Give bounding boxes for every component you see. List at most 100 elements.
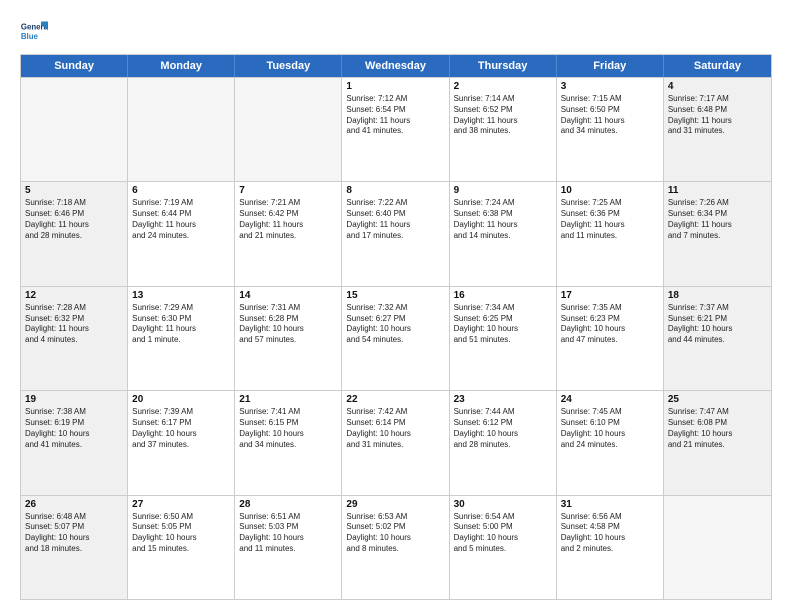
day-number: 4	[668, 81, 767, 92]
cell-info: Sunrise: 6:53 AM Sunset: 5:02 PM Dayligh…	[346, 512, 444, 555]
calendar-header: SundayMondayTuesdayWednesdayThursdayFrid…	[21, 55, 771, 77]
cal-cell: 2 Sunrise: 7:14 AM Sunset: 6:52 PM Daylig…	[450, 78, 557, 181]
cal-cell: 19Sunrise: 7:38 AM Sunset: 6:19 PM Dayli…	[21, 391, 128, 494]
cell-info: Sunrise: 7:26 AM Sunset: 6:34 PM Dayligh…	[668, 198, 767, 241]
cal-cell: 23 Sunrise: 7:44 AM Sunset: 6:12 PM Dayli…	[450, 391, 557, 494]
cal-cell: 7Sunrise: 7:21 AM Sunset: 6:42 PM Daylig…	[235, 182, 342, 285]
cell-info: Sunrise: 7:44 AM Sunset: 6:12 PM Dayligh…	[454, 407, 552, 450]
header: General Blue	[20, 18, 772, 46]
day-number: 30	[454, 499, 552, 510]
day-number: 2	[454, 81, 552, 92]
page: General Blue SundayMondayTuesdayWednesda…	[0, 0, 792, 612]
cell-info: Sunrise: 7:32 AM Sunset: 6:27 PM Dayligh…	[346, 303, 444, 346]
day-number: 29	[346, 499, 444, 510]
cell-info: Sunrise: 7:31 AM Sunset: 6:28 PM Dayligh…	[239, 303, 337, 346]
logo: General Blue	[20, 18, 48, 46]
day-number: 8	[346, 185, 444, 196]
day-number: 17	[561, 290, 659, 301]
day-number: 1	[346, 81, 444, 92]
cal-cell: 9 Sunrise: 7:24 AM Sunset: 6:38 PM Daylig…	[450, 182, 557, 285]
header-day-monday: Monday	[128, 55, 235, 77]
cell-info: Sunrise: 7:34 AM Sunset: 6:25 PM Dayligh…	[454, 303, 552, 346]
cal-cell: 20 Sunrise: 7:39 AM Sunset: 6:17 PM Dayli…	[128, 391, 235, 494]
header-day-tuesday: Tuesday	[235, 55, 342, 77]
day-number: 18	[668, 290, 767, 301]
day-number: 6	[132, 185, 230, 196]
day-number: 24	[561, 394, 659, 405]
week-row-3: 19Sunrise: 7:38 AM Sunset: 6:19 PM Dayli…	[21, 390, 771, 494]
calendar: SundayMondayTuesdayWednesdayThursdayFrid…	[20, 54, 772, 600]
cal-cell: 31Sunrise: 6:56 AM Sunset: 4:58 PM Dayli…	[557, 496, 664, 599]
cal-cell: 8 Sunrise: 7:22 AM Sunset: 6:40 PM Daylig…	[342, 182, 449, 285]
header-day-saturday: Saturday	[664, 55, 771, 77]
cal-cell: 11 Sunrise: 7:26 AM Sunset: 6:34 PM Dayli…	[664, 182, 771, 285]
cell-info: Sunrise: 7:17 AM Sunset: 6:48 PM Dayligh…	[668, 94, 767, 137]
cal-cell: 24 Sunrise: 7:45 AM Sunset: 6:10 PM Dayli…	[557, 391, 664, 494]
svg-text:Blue: Blue	[21, 32, 39, 41]
day-number: 25	[668, 394, 767, 405]
cal-cell: 3Sunrise: 7:15 AM Sunset: 6:50 PM Daylig…	[557, 78, 664, 181]
day-number: 23	[454, 394, 552, 405]
cal-cell: 29 Sunrise: 6:53 AM Sunset: 5:02 PM Dayli…	[342, 496, 449, 599]
day-number: 20	[132, 394, 230, 405]
cal-cell: 14 Sunrise: 7:31 AM Sunset: 6:28 PM Dayli…	[235, 287, 342, 390]
cell-info: Sunrise: 7:12 AM Sunset: 6:54 PM Dayligh…	[346, 94, 444, 137]
cell-info: Sunrise: 7:39 AM Sunset: 6:17 PM Dayligh…	[132, 407, 230, 450]
day-number: 13	[132, 290, 230, 301]
cell-info: Sunrise: 7:37 AM Sunset: 6:21 PM Dayligh…	[668, 303, 767, 346]
cal-cell	[664, 496, 771, 599]
cal-cell	[235, 78, 342, 181]
cal-cell: 16 Sunrise: 7:34 AM Sunset: 6:25 PM Dayli…	[450, 287, 557, 390]
cell-info: Sunrise: 7:45 AM Sunset: 6:10 PM Dayligh…	[561, 407, 659, 450]
cal-cell: 18 Sunrise: 7:37 AM Sunset: 6:21 PM Dayli…	[664, 287, 771, 390]
cal-cell	[128, 78, 235, 181]
cal-cell: 13 Sunrise: 7:29 AM Sunset: 6:30 PM Dayli…	[128, 287, 235, 390]
cal-cell: 10 Sunrise: 7:25 AM Sunset: 6:36 PM Dayli…	[557, 182, 664, 285]
day-number: 27	[132, 499, 230, 510]
cal-cell: 25 Sunrise: 7:47 AM Sunset: 6:08 PM Dayli…	[664, 391, 771, 494]
week-row-0: 1 Sunrise: 7:12 AM Sunset: 6:54 PM Daylig…	[21, 77, 771, 181]
cell-info: Sunrise: 6:50 AM Sunset: 5:05 PM Dayligh…	[132, 512, 230, 555]
cell-info: Sunrise: 7:18 AM Sunset: 6:46 PM Dayligh…	[25, 198, 123, 241]
day-number: 26	[25, 499, 123, 510]
day-number: 5	[25, 185, 123, 196]
day-number: 3	[561, 81, 659, 92]
cal-cell: 22 Sunrise: 7:42 AM Sunset: 6:14 PM Dayli…	[342, 391, 449, 494]
cal-cell: 5 Sunrise: 7:18 AM Sunset: 6:46 PM Daylig…	[21, 182, 128, 285]
cal-cell: 15 Sunrise: 7:32 AM Sunset: 6:27 PM Dayli…	[342, 287, 449, 390]
day-number: 31	[561, 499, 659, 510]
header-day-wednesday: Wednesday	[342, 55, 449, 77]
day-number: 21	[239, 394, 337, 405]
logo-icon: General Blue	[20, 18, 48, 46]
cell-info: Sunrise: 7:24 AM Sunset: 6:38 PM Dayligh…	[454, 198, 552, 241]
cell-info: Sunrise: 7:25 AM Sunset: 6:36 PM Dayligh…	[561, 198, 659, 241]
cell-info: Sunrise: 6:48 AM Sunset: 5:07 PM Dayligh…	[25, 512, 123, 555]
cell-info: Sunrise: 7:14 AM Sunset: 6:52 PM Dayligh…	[454, 94, 552, 137]
day-number: 14	[239, 290, 337, 301]
day-number: 9	[454, 185, 552, 196]
day-number: 22	[346, 394, 444, 405]
cal-cell: 6 Sunrise: 7:19 AM Sunset: 6:44 PM Daylig…	[128, 182, 235, 285]
day-number: 11	[668, 185, 767, 196]
cell-info: Sunrise: 7:29 AM Sunset: 6:30 PM Dayligh…	[132, 303, 230, 346]
cell-info: Sunrise: 7:47 AM Sunset: 6:08 PM Dayligh…	[668, 407, 767, 450]
header-day-sunday: Sunday	[21, 55, 128, 77]
cell-info: Sunrise: 7:42 AM Sunset: 6:14 PM Dayligh…	[346, 407, 444, 450]
day-number: 15	[346, 290, 444, 301]
cal-cell: 28Sunrise: 6:51 AM Sunset: 5:03 PM Dayli…	[235, 496, 342, 599]
header-day-friday: Friday	[557, 55, 664, 77]
day-number: 10	[561, 185, 659, 196]
cell-info: Sunrise: 7:22 AM Sunset: 6:40 PM Dayligh…	[346, 198, 444, 241]
cal-cell: 1 Sunrise: 7:12 AM Sunset: 6:54 PM Daylig…	[342, 78, 449, 181]
cell-info: Sunrise: 7:38 AM Sunset: 6:19 PM Dayligh…	[25, 407, 123, 450]
day-number: 16	[454, 290, 552, 301]
cal-cell: 27 Sunrise: 6:50 AM Sunset: 5:05 PM Dayli…	[128, 496, 235, 599]
cell-info: Sunrise: 7:41 AM Sunset: 6:15 PM Dayligh…	[239, 407, 337, 450]
cell-info: Sunrise: 7:19 AM Sunset: 6:44 PM Dayligh…	[132, 198, 230, 241]
day-number: 7	[239, 185, 337, 196]
week-row-1: 5 Sunrise: 7:18 AM Sunset: 6:46 PM Daylig…	[21, 181, 771, 285]
day-number: 12	[25, 290, 123, 301]
cal-cell: 17Sunrise: 7:35 AM Sunset: 6:23 PM Dayli…	[557, 287, 664, 390]
cell-info: Sunrise: 7:28 AM Sunset: 6:32 PM Dayligh…	[25, 303, 123, 346]
week-row-4: 26 Sunrise: 6:48 AM Sunset: 5:07 PM Dayli…	[21, 495, 771, 599]
